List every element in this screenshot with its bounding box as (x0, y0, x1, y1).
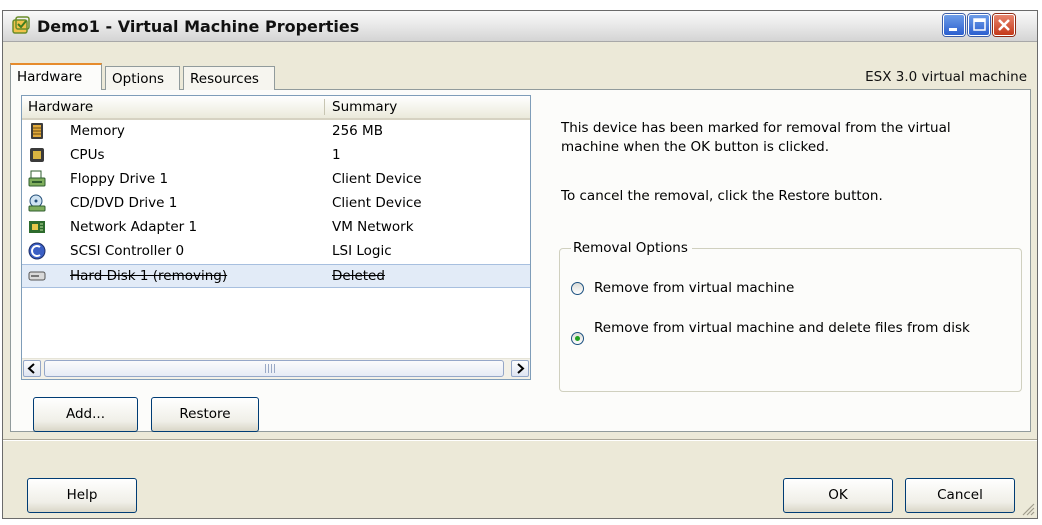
arrow-right-icon (517, 363, 525, 374)
list-item-scsi-controller[interactable]: SCSI Controller 0 LSI Logic (22, 240, 530, 264)
hardware-name: CD/DVD Drive 1 (70, 195, 178, 211)
arrow-left-icon (27, 363, 35, 374)
help-button[interactable]: Help (27, 478, 137, 513)
hardware-name: Memory (70, 123, 125, 139)
title-bar[interactable]: Demo1 - Virtual Machine Properties (3, 11, 1037, 42)
column-header-summary[interactable]: Summary (332, 99, 397, 115)
vm-icon (12, 16, 30, 34)
removal-options-legend: Removal Options (571, 240, 692, 256)
hardware-summary: 1 (332, 147, 341, 163)
cancel-button[interactable]: Cancel (905, 478, 1015, 513)
floppy-icon (28, 170, 46, 187)
hardware-summary: 256 MB (332, 123, 383, 139)
window-title: Demo1 - Virtual Machine Properties (37, 17, 360, 36)
hardware-summary: Client Device (332, 171, 422, 187)
list-item-cd-dvd-drive[interactable]: CD/DVD Drive 1 Client Device (22, 192, 530, 216)
maximize-icon (973, 18, 986, 31)
list-item-cpus[interactable]: CPUs 1 (22, 144, 530, 168)
restore-button[interactable]: Restore (151, 397, 259, 432)
hardware-summary: LSI Logic (332, 243, 392, 259)
add-button[interactable]: Add... (33, 397, 138, 432)
vm-properties-window: Demo1 - Virtual Machine Properties Hardw… (2, 10, 1038, 519)
list-item-floppy-drive[interactable]: Floppy Drive 1 Client Device (22, 168, 530, 192)
remove-and-delete-label[interactable]: Remove from virtual machine and delete f… (594, 318, 994, 338)
scsi-icon (28, 242, 46, 260)
tab-label: Options (112, 71, 165, 87)
cpu-icon (30, 148, 44, 162)
network-adapter-icon (29, 221, 45, 233)
minimize-icon (949, 28, 957, 31)
resize-grip-icon[interactable] (1019, 500, 1035, 516)
list-header: Hardware Summary (22, 96, 530, 120)
hardware-name: CPUs (70, 147, 105, 163)
scroll-left-button[interactable] (23, 360, 41, 377)
tab-label: Hardware (17, 69, 83, 85)
remove-and-delete-radio[interactable] (571, 332, 584, 345)
hardware-name: Floppy Drive 1 (70, 171, 169, 187)
tab-hardware[interactable]: Hardware (10, 63, 102, 90)
minimize-button[interactable] (943, 14, 965, 36)
column-divider[interactable] (324, 99, 325, 115)
tab-resources[interactable]: Resources (183, 66, 275, 90)
list-item-memory[interactable]: Memory 256 MB (22, 120, 530, 144)
removal-note: This device has been marked for removal … (561, 120, 951, 155)
remove-from-vm-label[interactable]: Remove from virtual machine (594, 278, 794, 298)
maximize-button[interactable] (968, 14, 990, 36)
tab-options[interactable]: Options (105, 66, 180, 90)
horizontal-scrollbar[interactable] (22, 358, 530, 379)
cdrom-icon (28, 194, 46, 212)
hardware-name: SCSI Controller 0 (70, 243, 185, 259)
scrollbar-thumb[interactable] (44, 360, 504, 377)
column-header-hardware[interactable]: Hardware (28, 99, 93, 115)
list-item-hard-disk[interactable]: Hard Disk 1 (removing) Deleted (22, 264, 530, 288)
divider (3, 439, 1037, 441)
hardware-summary: VM Network (332, 219, 414, 235)
grip-icon (265, 364, 275, 373)
hardware-summary: Client Device (332, 195, 422, 211)
list-item-network-adapter[interactable]: Network Adapter 1 VM Network (22, 216, 530, 240)
hard-disk-icon (28, 271, 46, 281)
remove-from-vm-radio[interactable] (571, 282, 584, 295)
cancel-note: To cancel the removal, click the Restore… (561, 188, 883, 204)
memory-icon (31, 123, 43, 139)
hardware-name: Network Adapter 1 (70, 219, 198, 235)
vm-version-label: ESX 3.0 virtual machine (865, 69, 1027, 85)
tab-label: Resources (190, 71, 259, 87)
hardware-name: Hard Disk 1 (removing) (70, 268, 228, 284)
hardware-list[interactable]: Hardware Summary Memory 256 MB CPUs 1 Fl… (21, 95, 531, 380)
hardware-summary: Deleted (332, 268, 385, 284)
ok-button[interactable]: OK (783, 478, 893, 513)
close-button[interactable] (993, 14, 1015, 36)
scroll-right-button[interactable] (511, 360, 529, 377)
close-icon (998, 19, 1010, 31)
